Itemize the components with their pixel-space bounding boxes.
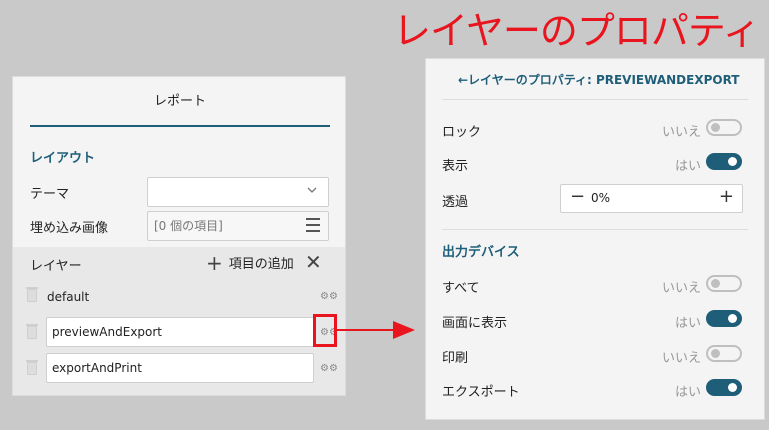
- add-item-button[interactable]: + 項目の追加: [206, 250, 294, 275]
- opacity-value[interactable]: 0%: [591, 191, 610, 205]
- layer-properties-panel: ←レイヤーのプロパティ: PREVIEWANDEXPORT ロック いいえ 表示…: [425, 58, 765, 420]
- device-value-all: いいえ: [661, 281, 701, 296]
- gear-icon[interactable]: ⚙⚙: [320, 291, 338, 302]
- layers-area: レイヤー + 項目の追加 ✕ default ⚙⚙ previewAndExpo…: [13, 247, 345, 395]
- opacity-stepper[interactable]: − 0% +: [560, 184, 743, 213]
- theme-label: テーマ: [30, 187, 70, 202]
- visible-label: 表示: [442, 159, 469, 174]
- output-devices-section-title: 出力デバイス: [442, 245, 520, 260]
- device-toggle-export[interactable]: [706, 379, 742, 396]
- device-value-print: いいえ: [661, 351, 701, 366]
- annotation-arrow-line: [337, 329, 395, 331]
- visible-toggle[interactable]: [706, 153, 742, 170]
- layout-section-title: レイアウト: [30, 151, 96, 166]
- highlight-box: [313, 314, 337, 347]
- device-value-screen: はい: [674, 316, 701, 331]
- device-label-all: すべて: [442, 281, 480, 296]
- report-panel: レポート レイアウト テーマ 埋め込み画像 [0 個の項目] レイヤー + 項目…: [12, 76, 346, 396]
- chevron-down-icon: [306, 184, 318, 199]
- trash-icon[interactable]: [26, 324, 38, 339]
- minus-icon[interactable]: −: [570, 186, 585, 207]
- annotation-title: レイヤーのプロパティ: [393, 9, 761, 53]
- device-label-print: 印刷: [442, 351, 469, 366]
- device-toggle-all[interactable]: [706, 275, 742, 292]
- annotation-arrow-head: [393, 321, 415, 339]
- device-label-screen: 画面に表示: [442, 316, 508, 331]
- close-icon[interactable]: ✕: [305, 250, 322, 274]
- theme-select[interactable]: [147, 177, 329, 207]
- layers-label: レイヤー: [30, 259, 82, 274]
- embedded-images-label: 埋め込み画像: [30, 221, 109, 236]
- device-toggle-screen[interactable]: [706, 310, 742, 327]
- lock-toggle[interactable]: [706, 119, 742, 136]
- device-label-export: エクスポート: [442, 385, 520, 400]
- lock-value: いいえ: [661, 125, 701, 140]
- back-button-title[interactable]: ←レイヤーのプロパティ: PREVIEWANDEXPORT: [458, 71, 739, 88]
- divider: [442, 99, 748, 100]
- menu-icon[interactable]: [306, 218, 320, 236]
- plus-icon[interactable]: +: [719, 186, 734, 207]
- gear-icon[interactable]: ⚙⚙: [320, 363, 338, 374]
- trash-icon[interactable]: [26, 287, 38, 302]
- plus-icon: +: [206, 250, 223, 275]
- layer-name-default[interactable]: default: [47, 290, 89, 304]
- visible-value: はい: [674, 159, 701, 174]
- embedded-images-field[interactable]: [0 個の項目]: [147, 211, 329, 241]
- device-value-export: はい: [674, 385, 701, 400]
- report-tab-header[interactable]: レポート: [30, 77, 330, 127]
- embedded-images-value: [0 個の項目]: [154, 219, 223, 233]
- layer-name-input[interactable]: exportAndPrint: [46, 353, 314, 383]
- layer-name-input[interactable]: previewAndExport: [46, 317, 314, 347]
- opacity-label: 透過: [442, 195, 469, 210]
- trash-icon[interactable]: [26, 360, 38, 375]
- lock-label: ロック: [442, 125, 482, 140]
- divider: [442, 229, 748, 230]
- add-item-label: 項目の追加: [228, 257, 294, 272]
- device-toggle-print[interactable]: [706, 345, 742, 362]
